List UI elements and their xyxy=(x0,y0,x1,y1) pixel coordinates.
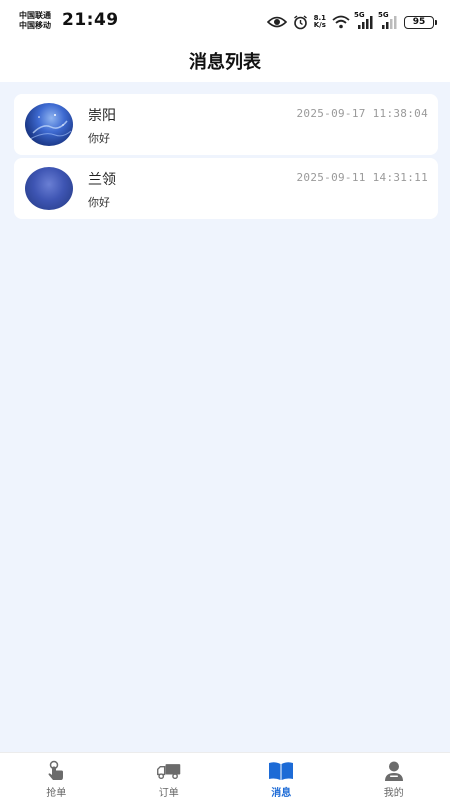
tab-grab-order[interactable]: 抢单 xyxy=(0,753,113,800)
message-preview: 你好 xyxy=(88,132,110,145)
tab-mine[interactable]: 我的 xyxy=(338,753,450,800)
carrier-info: 中国联通 中国移动 xyxy=(19,11,51,31)
carrier-1: 中国联通 xyxy=(19,11,51,20)
wifi-icon xyxy=(332,15,350,29)
eye-icon xyxy=(266,15,287,29)
hand-tap-icon xyxy=(43,760,69,782)
speed-unit: K/s xyxy=(313,21,326,29)
signal-5g-icon-1: 5G xyxy=(354,11,374,29)
network-speed: 8.1 K/s xyxy=(314,15,326,29)
tab-messages[interactable]: 消息 xyxy=(225,753,338,800)
user-icon xyxy=(381,760,407,782)
message-time: 2025-09-17 11:38:04 xyxy=(296,107,428,120)
page-title: 消息列表 xyxy=(189,52,261,73)
battery-indicator: 95 xyxy=(404,15,437,29)
status-icons: 8.1 K/s 5G 5G 95 xyxy=(266,11,437,31)
message-list: 崇阳 2025-09-17 11:38:04 你好 兰领 2025-09-11 … xyxy=(0,82,450,752)
contact-name: 崇阳 xyxy=(88,108,116,124)
message-item[interactable]: 兰领 2025-09-11 14:31:11 你好 xyxy=(14,158,438,219)
status-time: 21:49 xyxy=(62,10,119,30)
tab-label: 我的 xyxy=(383,788,404,799)
tab-label: 消息 xyxy=(271,788,292,799)
truck-icon xyxy=(156,760,182,782)
tab-label: 抢单 xyxy=(46,788,67,799)
message-time: 2025-09-11 14:31:11 xyxy=(296,171,428,184)
message-preview: 你好 xyxy=(88,196,110,209)
net-type-1: 5G xyxy=(354,11,365,19)
signal-5g-icon-2: 5G xyxy=(378,11,398,29)
battery-level: 95 xyxy=(412,17,426,27)
avatar xyxy=(25,103,73,146)
tab-label: 订单 xyxy=(158,788,179,799)
page-header: 消息列表 xyxy=(0,40,450,82)
avatar xyxy=(25,167,73,210)
net-type-2: 5G xyxy=(378,11,389,19)
bottom-tab-bar: 抢单 订单 消息 我的 xyxy=(0,752,450,800)
book-open-icon xyxy=(268,760,294,782)
status-bar: 中国联通 中国移动 21:49 8.1 K/s 5G 5G 95 xyxy=(0,0,450,40)
alarm-icon xyxy=(293,14,308,30)
carrier-2: 中国移动 xyxy=(19,21,51,30)
contact-name: 兰领 xyxy=(88,172,116,188)
tab-orders[interactable]: 订单 xyxy=(113,753,226,800)
avatar-image xyxy=(29,114,72,140)
message-item[interactable]: 崇阳 2025-09-17 11:38:04 你好 xyxy=(14,94,438,155)
